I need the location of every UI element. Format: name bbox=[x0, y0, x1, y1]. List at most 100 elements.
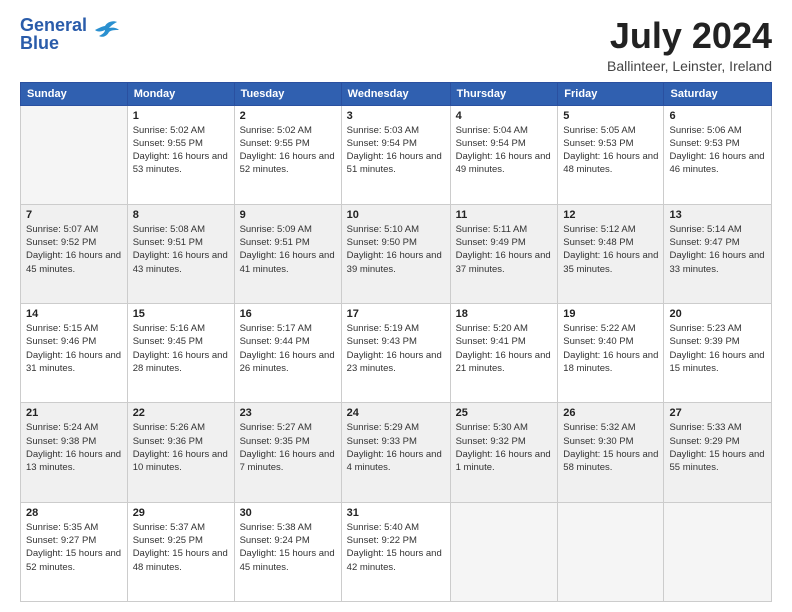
day-cell: 10 Sunrise: 5:10 AMSunset: 9:50 PMDayligh… bbox=[341, 204, 450, 303]
day-number: 28 bbox=[26, 507, 122, 519]
day-number: 2 bbox=[240, 110, 336, 122]
day-cell: 3 Sunrise: 5:03 AMSunset: 9:54 PMDaylight… bbox=[341, 105, 450, 204]
logo-line2: Blue bbox=[20, 34, 87, 52]
day-cell: 19Sunrise: 5:22 AMSunset: 9:40 PMDayligh… bbox=[558, 304, 664, 403]
week-row-3: 14 Sunrise: 5:15 AMSunset: 9:46 PMDayligh… bbox=[21, 304, 772, 403]
day-info: Sunrise: 5:10 AMSunset: 9:50 PMDaylight:… bbox=[347, 223, 445, 276]
day-number: 9 bbox=[240, 209, 336, 221]
day-cell: 29 Sunrise: 5:37 AMSunset: 9:25 PMDayligh… bbox=[127, 502, 234, 601]
day-number: 27 bbox=[669, 407, 766, 419]
day-info: Sunrise: 5:12 AMSunset: 9:48 PMDaylight:… bbox=[563, 223, 658, 276]
week-row-1: 1Sunrise: 5:02 AMSunset: 9:55 PMDaylight… bbox=[21, 105, 772, 204]
day-info: Sunrise: 5:22 AMSunset: 9:40 PMDaylight:… bbox=[563, 322, 658, 375]
column-header-friday: Friday bbox=[558, 82, 664, 105]
day-cell: 11 Sunrise: 5:11 AMSunset: 9:49 PMDayligh… bbox=[450, 204, 558, 303]
day-info: Sunrise: 5:24 AMSunset: 9:38 PMDaylight:… bbox=[26, 421, 122, 474]
month-title: July 2024 bbox=[607, 16, 772, 56]
day-number: 11 bbox=[456, 209, 553, 221]
day-cell: 26Sunrise: 5:32 AMSunset: 9:30 PMDayligh… bbox=[558, 403, 664, 502]
column-header-monday: Monday bbox=[127, 82, 234, 105]
day-cell: 2Sunrise: 5:02 AMSunset: 9:55 PMDaylight… bbox=[234, 105, 341, 204]
day-number: 8 bbox=[133, 209, 229, 221]
day-cell: 9Sunrise: 5:09 AMSunset: 9:51 PMDaylight… bbox=[234, 204, 341, 303]
day-info: Sunrise: 5:37 AMSunset: 9:25 PMDaylight:… bbox=[133, 521, 229, 574]
day-info: Sunrise: 5:38 AMSunset: 9:24 PMDaylight:… bbox=[240, 521, 336, 574]
day-cell: 28Sunrise: 5:35 AMSunset: 9:27 PMDayligh… bbox=[21, 502, 128, 601]
location-subtitle: Ballinteer, Leinster, Ireland bbox=[607, 58, 772, 74]
day-cell: 30Sunrise: 5:38 AMSunset: 9:24 PMDayligh… bbox=[234, 502, 341, 601]
day-cell bbox=[664, 502, 772, 601]
day-cell: 7 Sunrise: 5:07 AMSunset: 9:52 PMDaylight… bbox=[21, 204, 128, 303]
column-header-sunday: Sunday bbox=[21, 82, 128, 105]
day-number: 10 bbox=[347, 209, 445, 221]
day-info: Sunrise: 5:20 AMSunset: 9:41 PMDaylight:… bbox=[456, 322, 553, 375]
header-row: SundayMondayTuesdayWednesdayThursdayFrid… bbox=[21, 82, 772, 105]
logo-bird-icon bbox=[91, 18, 119, 47]
day-cell: 17Sunrise: 5:19 AMSunset: 9:43 PMDayligh… bbox=[341, 304, 450, 403]
day-cell: 12 Sunrise: 5:12 AMSunset: 9:48 PMDayligh… bbox=[558, 204, 664, 303]
day-number: 29 bbox=[133, 507, 229, 519]
day-info: Sunrise: 5:02 AMSunset: 9:55 PMDaylight:… bbox=[133, 124, 229, 177]
day-cell: 1Sunrise: 5:02 AMSunset: 9:55 PMDaylight… bbox=[127, 105, 234, 204]
day-info: Sunrise: 5:03 AMSunset: 9:54 PMDaylight:… bbox=[347, 124, 445, 177]
day-number: 24 bbox=[347, 407, 445, 419]
day-info: Sunrise: 5:33 AMSunset: 9:29 PMDaylight:… bbox=[669, 421, 766, 474]
day-cell: 25 Sunrise: 5:30 AMSunset: 9:32 PMDayligh… bbox=[450, 403, 558, 502]
logo-line1: General bbox=[20, 16, 87, 34]
day-number: 18 bbox=[456, 308, 553, 320]
day-cell bbox=[21, 105, 128, 204]
day-number: 20 bbox=[669, 308, 766, 320]
day-number: 12 bbox=[563, 209, 658, 221]
day-info: Sunrise: 5:06 AMSunset: 9:53 PMDaylight:… bbox=[669, 124, 766, 177]
day-info: Sunrise: 5:11 AMSunset: 9:49 PMDaylight:… bbox=[456, 223, 553, 276]
logo-area: General Blue bbox=[20, 16, 119, 52]
day-number: 25 bbox=[456, 407, 553, 419]
day-cell: 31 Sunrise: 5:40 AMSunset: 9:22 PMDayligh… bbox=[341, 502, 450, 601]
day-info: Sunrise: 5:04 AMSunset: 9:54 PMDaylight:… bbox=[456, 124, 553, 177]
day-number: 7 bbox=[26, 209, 122, 221]
calendar-page: General Blue July 2024 Ballinteer, Leins… bbox=[0, 0, 792, 612]
day-number: 31 bbox=[347, 507, 445, 519]
day-cell: 27 Sunrise: 5:33 AMSunset: 9:29 PMDayligh… bbox=[664, 403, 772, 502]
day-info: Sunrise: 5:14 AMSunset: 9:47 PMDaylight:… bbox=[669, 223, 766, 276]
column-header-wednesday: Wednesday bbox=[341, 82, 450, 105]
day-number: 5 bbox=[563, 110, 658, 122]
day-info: Sunrise: 5:08 AMSunset: 9:51 PMDaylight:… bbox=[133, 223, 229, 276]
day-cell: 14 Sunrise: 5:15 AMSunset: 9:46 PMDayligh… bbox=[21, 304, 128, 403]
week-row-2: 7 Sunrise: 5:07 AMSunset: 9:52 PMDaylight… bbox=[21, 204, 772, 303]
day-number: 16 bbox=[240, 308, 336, 320]
day-cell: 8 Sunrise: 5:08 AMSunset: 9:51 PMDaylight… bbox=[127, 204, 234, 303]
day-number: 3 bbox=[347, 110, 445, 122]
day-number: 14 bbox=[26, 308, 122, 320]
day-number: 6 bbox=[669, 110, 766, 122]
day-cell: 21Sunrise: 5:24 AMSunset: 9:38 PMDayligh… bbox=[21, 403, 128, 502]
day-info: Sunrise: 5:26 AMSunset: 9:36 PMDaylight:… bbox=[133, 421, 229, 474]
day-info: Sunrise: 5:16 AMSunset: 9:45 PMDaylight:… bbox=[133, 322, 229, 375]
day-number: 4 bbox=[456, 110, 553, 122]
day-info: Sunrise: 5:07 AMSunset: 9:52 PMDaylight:… bbox=[26, 223, 122, 276]
column-header-thursday: Thursday bbox=[450, 82, 558, 105]
day-cell: 16Sunrise: 5:17 AMSunset: 9:44 PMDayligh… bbox=[234, 304, 341, 403]
day-info: Sunrise: 5:40 AMSunset: 9:22 PMDaylight:… bbox=[347, 521, 445, 574]
day-info: Sunrise: 5:23 AMSunset: 9:39 PMDaylight:… bbox=[669, 322, 766, 375]
day-info: Sunrise: 5:27 AMSunset: 9:35 PMDaylight:… bbox=[240, 421, 336, 474]
day-info: Sunrise: 5:32 AMSunset: 9:30 PMDaylight:… bbox=[563, 421, 658, 474]
day-cell: 20 Sunrise: 5:23 AMSunset: 9:39 PMDayligh… bbox=[664, 304, 772, 403]
day-cell: 23Sunrise: 5:27 AMSunset: 9:35 PMDayligh… bbox=[234, 403, 341, 502]
week-row-4: 21Sunrise: 5:24 AMSunset: 9:38 PMDayligh… bbox=[21, 403, 772, 502]
day-number: 22 bbox=[133, 407, 229, 419]
day-number: 13 bbox=[669, 209, 766, 221]
day-cell bbox=[450, 502, 558, 601]
day-cell bbox=[558, 502, 664, 601]
day-info: Sunrise: 5:30 AMSunset: 9:32 PMDaylight:… bbox=[456, 421, 553, 474]
day-cell: 15Sunrise: 5:16 AMSunset: 9:45 PMDayligh… bbox=[127, 304, 234, 403]
column-header-saturday: Saturday bbox=[664, 82, 772, 105]
day-cell: 24Sunrise: 5:29 AMSunset: 9:33 PMDayligh… bbox=[341, 403, 450, 502]
day-cell: 22 Sunrise: 5:26 AMSunset: 9:36 PMDayligh… bbox=[127, 403, 234, 502]
day-cell: 13 Sunrise: 5:14 AMSunset: 9:47 PMDayligh… bbox=[664, 204, 772, 303]
column-header-tuesday: Tuesday bbox=[234, 82, 341, 105]
day-info: Sunrise: 5:15 AMSunset: 9:46 PMDaylight:… bbox=[26, 322, 122, 375]
week-row-5: 28Sunrise: 5:35 AMSunset: 9:27 PMDayligh… bbox=[21, 502, 772, 601]
title-area: July 2024 Ballinteer, Leinster, Ireland bbox=[607, 16, 772, 74]
day-number: 17 bbox=[347, 308, 445, 320]
